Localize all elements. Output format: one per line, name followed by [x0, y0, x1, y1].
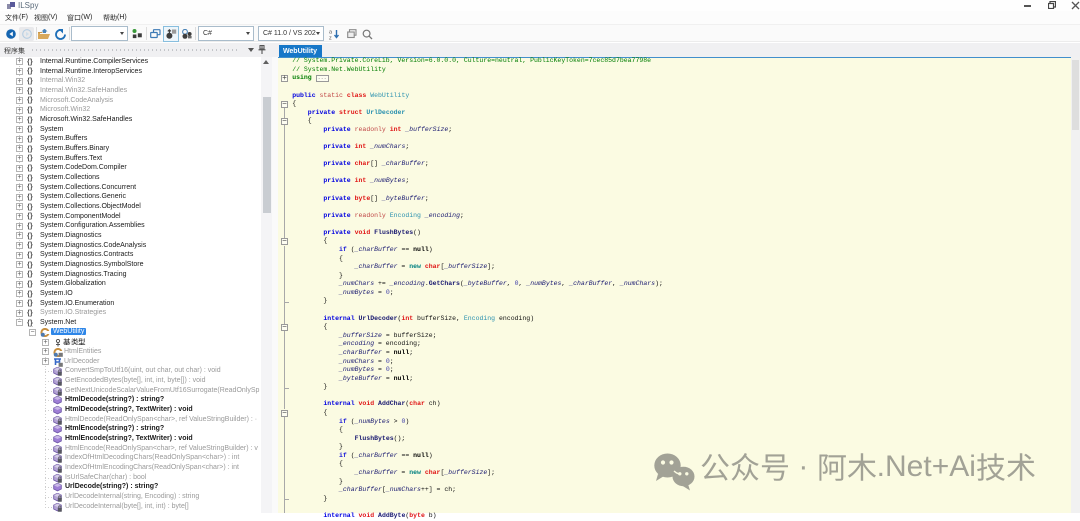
svg-text:z: z — [329, 35, 332, 40]
